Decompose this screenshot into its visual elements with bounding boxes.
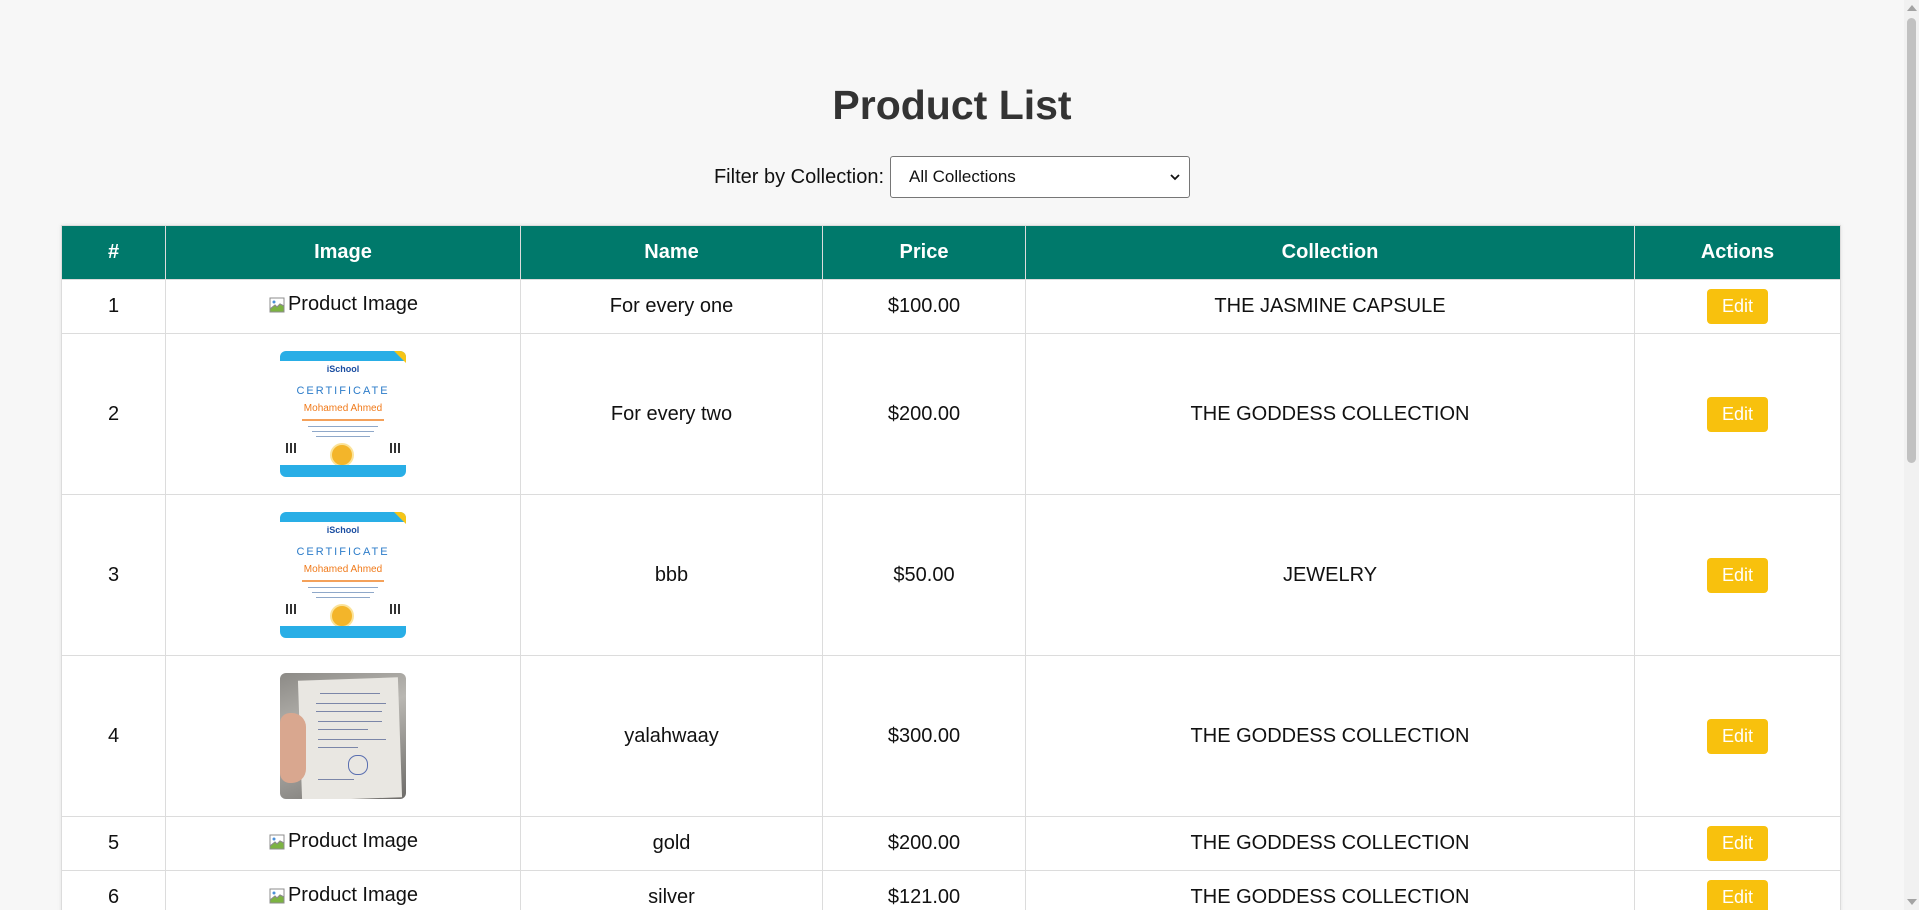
- cell-image: iSchool CERTIFICATE Mohamed Ahmed: [165, 494, 521, 656]
- column-header-image: Image: [165, 225, 521, 280]
- certificate-person: Mohamed Ahmed: [303, 403, 383, 414]
- table-row: 2 iSchool CERTIFICATE Mohamed Ahmed For …: [61, 333, 1841, 495]
- cell-collection: THE GODDESS COLLECTION: [1025, 870, 1635, 910]
- cell-price: $100.00: [822, 279, 1026, 334]
- scrollbar-thumb[interactable]: [1907, 18, 1916, 463]
- cell-image: iSchool CERTIFICATE Mohamed Ahmed: [165, 333, 521, 495]
- cell-collection: THE GODDESS COLLECTION: [1025, 333, 1635, 495]
- product-table: # Image Name Price Collection Actions 1: [61, 225, 1841, 910]
- cell-collection: JEWELRY: [1025, 494, 1635, 656]
- table-row: 1 Product Image For every one $100.00 TH…: [61, 279, 1841, 334]
- column-header-price: Price: [822, 225, 1026, 280]
- cell-name: bbb: [520, 494, 823, 656]
- cell-number: 3: [61, 494, 166, 656]
- cell-image: Product Image: [165, 870, 521, 910]
- vertical-scrollbar[interactable]: [1904, 0, 1919, 910]
- certificate-title: CERTIFICATE: [296, 546, 390, 558]
- cell-name: silver: [520, 870, 823, 910]
- cell-number: 6: [61, 870, 166, 910]
- cell-name: For every two: [520, 333, 823, 495]
- chevron-down-icon: [1170, 174, 1180, 181]
- cell-number: 5: [61, 816, 166, 871]
- cell-price: $200.00: [822, 816, 1026, 871]
- certificate-seal: [330, 604, 354, 628]
- scroll-down-arrow-icon[interactable]: [1907, 899, 1917, 905]
- edit-button[interactable]: Edit: [1707, 826, 1768, 861]
- product-image: iSchool CERTIFICATE Mohamed Ahmed: [280, 351, 406, 477]
- product-image-broken: Product Image: [268, 293, 418, 316]
- column-header-number: #: [61, 225, 166, 280]
- table-row: 4 yalahwaay $300.00 THE GODDESS COLLECTI…: [61, 655, 1841, 817]
- cell-actions: Edit: [1634, 655, 1841, 817]
- table-row: 6 Product Image silver $121.00 THE GODDE…: [61, 870, 1841, 910]
- cell-collection: THE GODDESS COLLECTION: [1025, 655, 1635, 817]
- cell-image: [165, 655, 521, 817]
- cell-name: gold: [520, 816, 823, 871]
- cell-number: 4: [61, 655, 166, 817]
- product-image-broken: Product Image: [268, 830, 418, 853]
- cell-name: yalahwaay: [520, 655, 823, 817]
- cell-price: $50.00: [822, 494, 1026, 656]
- cell-price: $200.00: [822, 333, 1026, 495]
- cell-price: $300.00: [822, 655, 1026, 817]
- product-image: [280, 673, 406, 799]
- certificate-image: iSchool CERTIFICATE Mohamed Ahmed: [280, 351, 406, 477]
- certificate-brand: iSchool: [326, 364, 360, 374]
- cell-actions: Edit: [1634, 816, 1841, 871]
- table-header-row: # Image Name Price Collection Actions: [61, 225, 1841, 280]
- edit-button[interactable]: Edit: [1707, 289, 1768, 324]
- page-title: Product List: [832, 82, 1072, 128]
- image-alt-text: Product Image: [287, 884, 419, 907]
- cell-number: 2: [61, 333, 166, 495]
- broken-image-icon: [269, 834, 285, 850]
- cell-price: $121.00: [822, 870, 1026, 910]
- cell-number: 1: [61, 279, 166, 334]
- cell-collection: THE JASMINE CAPSULE: [1025, 279, 1635, 334]
- cell-collection: THE GODDESS COLLECTION: [1025, 816, 1635, 871]
- cell-actions: Edit: [1634, 870, 1841, 910]
- broken-image-icon: [269, 888, 285, 904]
- certificate-brand: iSchool: [326, 525, 360, 535]
- product-image: iSchool CERTIFICATE Mohamed Ahmed: [280, 512, 406, 638]
- edit-button[interactable]: Edit: [1707, 557, 1768, 593]
- edit-button[interactable]: Edit: [1707, 396, 1768, 432]
- document-photo-image: [280, 673, 406, 799]
- column-header-name: Name: [520, 225, 823, 280]
- collection-filter: Filter by Collection: All Collections: [0, 155, 1904, 199]
- page: Product List Filter by Collection: All C…: [0, 0, 1919, 910]
- certificate-seal: [330, 443, 354, 467]
- column-header-actions: Actions: [1634, 225, 1841, 280]
- filter-label: Filter by Collection:: [713, 165, 885, 188]
- collection-select[interactable]: All Collections: [890, 156, 1191, 198]
- product-image-broken: Product Image: [268, 884, 418, 907]
- edit-button[interactable]: Edit: [1707, 880, 1768, 910]
- column-header-collection: Collection: [1025, 225, 1635, 280]
- table-row: 3 iSchool CERTIFICATE Mohamed Ahmed bbb …: [61, 494, 1841, 656]
- cell-actions: Edit: [1634, 494, 1841, 656]
- cell-image: Product Image: [165, 279, 521, 334]
- cell-actions: Edit: [1634, 279, 1841, 334]
- content: Product List Filter by Collection: All C…: [0, 0, 1904, 910]
- certificate-image: iSchool CERTIFICATE Mohamed Ahmed: [280, 512, 406, 638]
- certificate-person: Mohamed Ahmed: [303, 564, 383, 575]
- scroll-up-arrow-icon[interactable]: [1907, 5, 1917, 11]
- image-alt-text: Product Image: [287, 830, 419, 853]
- cell-image: Product Image: [165, 816, 521, 871]
- table-row: 5 Product Image gold $200.00 THE GODDESS…: [61, 816, 1841, 871]
- image-alt-text: Product Image: [287, 293, 419, 316]
- cell-actions: Edit: [1634, 333, 1841, 495]
- certificate-title: CERTIFICATE: [296, 385, 390, 397]
- collection-select-value: All Collections: [909, 167, 1016, 186]
- edit-button[interactable]: Edit: [1707, 718, 1768, 754]
- cell-name: For every one: [520, 279, 823, 334]
- broken-image-icon: [269, 297, 285, 313]
